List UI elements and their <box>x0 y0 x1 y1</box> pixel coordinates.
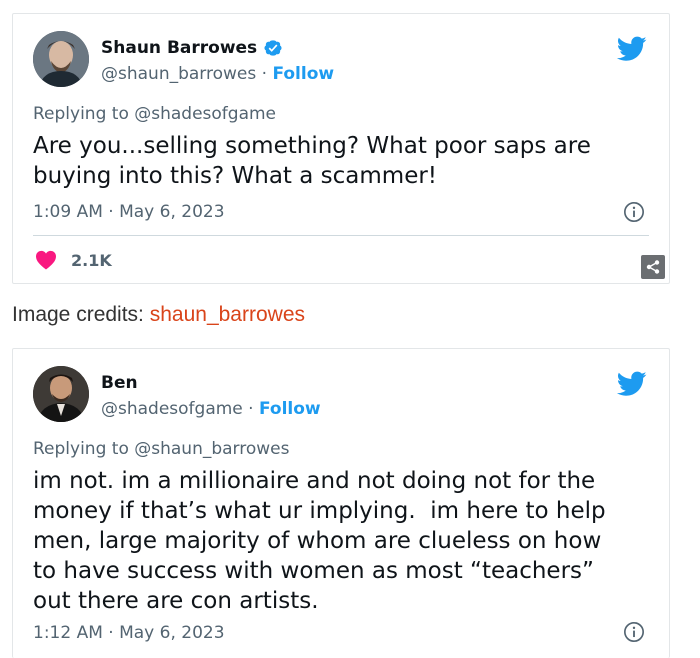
follow-button[interactable]: Follow <box>272 64 334 84</box>
divider <box>33 235 649 236</box>
profile-photo-icon <box>33 31 89 87</box>
tweet-text: Are you...selling something? What poor s… <box>33 133 591 189</box>
twitter-bird-icon[interactable] <box>617 36 647 62</box>
verified-badge-icon <box>264 40 282 56</box>
timestamp[interactable]: 1:12 AM · May 6, 2023 <box>33 623 225 643</box>
info-icon[interactable] <box>623 621 645 643</box>
heart-icon <box>36 250 56 270</box>
separator: · <box>256 64 273 84</box>
like-count: 2.1K <box>71 250 112 270</box>
follow-button[interactable]: Follow <box>259 399 321 419</box>
replying-to[interactable]: Replying to @shaun_barrowes <box>33 439 289 459</box>
credits-label: Image credits: <box>12 303 150 326</box>
display-name[interactable]: Ben <box>101 373 138 393</box>
handle[interactable]: @shadesofgame <box>101 399 243 419</box>
credits-link[interactable]: shaun_barrowes <box>150 303 305 326</box>
replying-to[interactable]: Replying to @shadesofgame <box>33 104 276 124</box>
timestamp[interactable]: 1:09 AM · May 6, 2023 <box>33 202 225 222</box>
share-button[interactable] <box>641 255 665 279</box>
profile-photo-icon <box>33 366 89 422</box>
separator: · <box>242 399 259 419</box>
tweet-card: Ben @shadesofgame · Follow Replying to @… <box>12 348 670 658</box>
twitter-bird-icon[interactable] <box>617 371 647 397</box>
handle[interactable]: @shaun_barrowes <box>101 64 256 84</box>
tweet-card: Shaun Barrowes @shaun_barrowes · Follow … <box>12 13 670 284</box>
handle-row: @shadesofgame · Follow <box>101 399 321 419</box>
info-icon[interactable] <box>623 201 645 223</box>
display-name[interactable]: Shaun Barrowes <box>101 38 257 58</box>
share-icon <box>646 260 660 274</box>
avatar[interactable] <box>33 31 89 87</box>
avatar[interactable] <box>33 366 89 422</box>
image-credits: Image credits: shaun_barrowes <box>12 303 305 327</box>
handle-row: @shaun_barrowes · Follow <box>101 64 334 84</box>
tweet-text: im not. im a millionaire and not doing n… <box>33 468 606 614</box>
like-button[interactable]: 2.1K <box>35 250 112 270</box>
